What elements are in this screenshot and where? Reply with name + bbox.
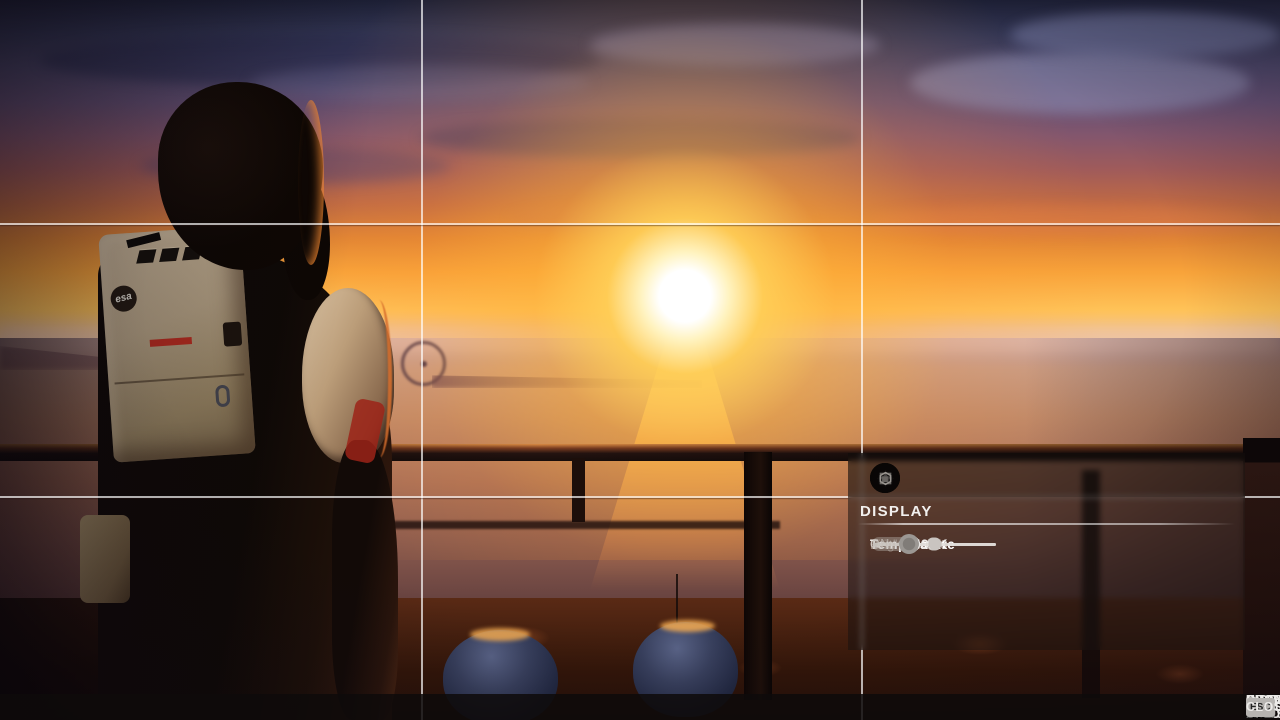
grid-line-vertical-left xyxy=(421,0,423,720)
display-settings-panel: DISPLAY Brightness 1.00 ◂ ▸ Temperature … xyxy=(848,453,1245,650)
title-separator xyxy=(858,523,1235,525)
grid-line-horizontal-top xyxy=(0,223,1280,225)
toggle-knob[interactable] xyxy=(899,534,919,554)
slider-knob[interactable] xyxy=(929,538,942,551)
settings-rows: Brightness 1.00 ◂ ▸ Temperature 6500K ◂ … xyxy=(848,526,1245,528)
grid-toggle[interactable] xyxy=(872,537,918,551)
photo-mode-tabs xyxy=(848,453,1245,497)
panel-title: DISPLAY xyxy=(860,503,933,520)
hotkey-bar: ALT SHOW MOUSE F MENU T Y CHANGE TAB R R… xyxy=(0,694,1280,720)
photo-mode-screen: esa xyxy=(0,0,1280,720)
tab-filters[interactable] xyxy=(870,463,900,493)
hexagon-icon xyxy=(877,470,894,487)
